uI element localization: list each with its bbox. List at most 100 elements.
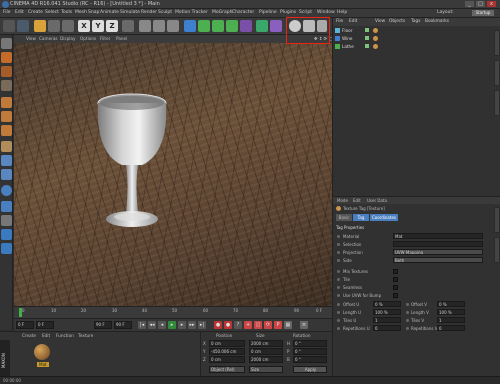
anim-dot-icon[interactable] xyxy=(406,327,409,330)
mat-menu-edit[interactable]: Edit xyxy=(42,333,50,338)
menu-select[interactable]: Select xyxy=(45,10,59,15)
end-frame-field[interactable]: 90 F xyxy=(94,321,112,329)
go-to-start-icon[interactable]: |◂ xyxy=(138,321,146,329)
anim-dot-icon[interactable] xyxy=(337,251,340,254)
edges-mode-icon[interactable] xyxy=(1,111,12,122)
vp-menu-cameras[interactable]: Cameras xyxy=(39,36,58,41)
next-key-icon[interactable]: ▸▸ xyxy=(188,321,196,329)
snap-icon[interactable] xyxy=(1,169,12,180)
anim-dot-icon[interactable] xyxy=(337,270,340,273)
am-menu-edit[interactable]: Edit xyxy=(353,198,361,203)
array-icon[interactable] xyxy=(226,20,238,32)
x-axis-lock-icon[interactable]: X xyxy=(78,20,90,32)
menu-plugins[interactable]: Plugins xyxy=(280,10,296,15)
redo-icon[interactable] xyxy=(17,20,29,32)
offset-v-field[interactable]: 0 % xyxy=(437,301,465,307)
anim-dot-icon[interactable] xyxy=(337,294,340,297)
render-settings-icon[interactable] xyxy=(167,20,179,32)
preview-max-field[interactable]: 90 F xyxy=(114,321,132,329)
anim-dot-icon[interactable] xyxy=(406,303,409,306)
vp-menu-view[interactable]: View xyxy=(26,36,36,41)
vp-menu-panel[interactable]: Panel xyxy=(116,36,127,41)
tiles-v-field[interactable]: 1 xyxy=(437,317,465,323)
menu-sculpt[interactable]: Sculpt xyxy=(158,10,172,15)
anim-dot-icon[interactable] xyxy=(337,243,340,246)
texture-tag-icon[interactable] xyxy=(373,44,378,49)
undo-icon[interactable] xyxy=(3,20,15,32)
om-menu-bookmarks[interactable]: Bookmarks xyxy=(425,19,449,24)
offset-u-field[interactable]: 0 % xyxy=(373,301,401,307)
position-y-field[interactable]: -450.006 cm xyxy=(209,348,245,355)
material-name[interactable]: Mat xyxy=(37,362,49,367)
anim-dot-icon[interactable] xyxy=(337,235,340,238)
material-link-field[interactable]: Mat xyxy=(393,233,483,239)
make-editable-icon[interactable] xyxy=(1,38,12,49)
menu-render[interactable]: Render xyxy=(141,10,157,15)
size-z-field[interactable]: 2000 cm xyxy=(249,356,283,363)
tab-coordinates[interactable]: Coordinates xyxy=(370,214,398,221)
lock-workplane-icon[interactable] xyxy=(1,185,12,196)
position-z-field[interactable]: 0 cm xyxy=(209,356,245,363)
deformer-icon[interactable] xyxy=(240,20,252,32)
tweak-mode-icon[interactable] xyxy=(1,155,12,166)
3d-viewport[interactable] xyxy=(14,43,332,306)
tab-basic[interactable]: Basic xyxy=(336,214,352,221)
menu-character[interactable]: Character xyxy=(232,10,254,15)
start-frame-field[interactable]: 0 F xyxy=(16,321,34,329)
timeline-menu-icon[interactable]: ≡ xyxy=(300,321,308,329)
anim-dot-icon[interactable] xyxy=(337,286,340,289)
menu-window[interactable]: Window xyxy=(317,10,335,15)
mat-menu-function[interactable]: Function xyxy=(56,333,74,338)
anim-dot-icon[interactable] xyxy=(337,327,340,330)
workplane-icon[interactable] xyxy=(1,80,12,91)
texture-tag-icon[interactable] xyxy=(373,36,378,41)
material-swatch-icon[interactable] xyxy=(34,344,50,360)
am-menu-mode[interactable]: Mode xyxy=(337,198,348,203)
minimize-button[interactable]: _ xyxy=(465,1,474,7)
render-view-icon[interactable] xyxy=(139,20,151,32)
anim-dot-icon[interactable] xyxy=(337,311,340,314)
previous-frame-icon[interactable]: ◂ xyxy=(158,321,166,329)
checkerboard-icon[interactable] xyxy=(1,229,12,240)
rotation-h-field[interactable]: 0 ° xyxy=(293,340,327,347)
menu-pipeline[interactable]: Pipeline xyxy=(259,10,277,15)
visibility-dots-icon[interactable] xyxy=(365,44,369,48)
axis-mode-icon[interactable] xyxy=(1,141,12,152)
solo-mode-icon[interactable] xyxy=(1,215,12,226)
mix-textures-checkbox[interactable] xyxy=(393,269,398,274)
anim-dot-icon[interactable] xyxy=(337,278,340,281)
menu-edit[interactable]: Edit xyxy=(15,10,24,15)
go-to-end-icon[interactable]: ▸| xyxy=(198,321,206,329)
anim-dot-icon[interactable] xyxy=(406,319,409,322)
length-u-field[interactable]: 100 % xyxy=(373,309,401,315)
floor-icon[interactable] xyxy=(256,20,268,32)
menu-script[interactable]: Script xyxy=(299,10,312,15)
anim-dot-icon[interactable] xyxy=(406,311,409,314)
anim-dot-icon[interactable] xyxy=(337,319,340,322)
play-icon[interactable]: ▸ xyxy=(168,321,176,329)
current-frame-field[interactable]: 0 F xyxy=(36,321,54,329)
object-row-wine[interactable]: Wine xyxy=(333,36,493,42)
texture-tag-icon[interactable] xyxy=(373,28,378,33)
length-v-field[interactable]: 100 % xyxy=(437,309,465,315)
render-picture-viewer-icon[interactable] xyxy=(153,20,165,32)
z-axis-lock-icon[interactable]: Z xyxy=(106,20,118,32)
rotation-p-field[interactable]: 0 ° xyxy=(293,348,327,355)
scale-key-icon[interactable]: ◫ xyxy=(254,321,262,329)
menu-file[interactable]: File xyxy=(3,10,11,15)
side-tab-objects[interactable] xyxy=(494,30,500,56)
rotation-key-icon[interactable]: ⟳ xyxy=(264,321,272,329)
previous-key-icon[interactable]: ◂◂ xyxy=(148,321,156,329)
param-key-icon[interactable]: P xyxy=(274,321,282,329)
vp-menu-options[interactable]: Options xyxy=(80,36,96,41)
spline-pen-icon[interactable] xyxy=(198,20,210,32)
texture-mode-icon[interactable] xyxy=(1,66,12,77)
side-tab-content-browser[interactable] xyxy=(494,60,500,86)
menu-help[interactable]: Help xyxy=(337,10,347,15)
polygons-mode-icon[interactable] xyxy=(1,125,12,136)
maximize-button[interactable]: □ xyxy=(476,1,485,7)
size-y-field[interactable]: 0 cm xyxy=(249,348,283,355)
tiles-u-field[interactable]: 1 xyxy=(373,317,401,323)
y-axis-lock-icon[interactable]: Y xyxy=(92,20,104,32)
scale-icon[interactable] xyxy=(48,20,60,32)
